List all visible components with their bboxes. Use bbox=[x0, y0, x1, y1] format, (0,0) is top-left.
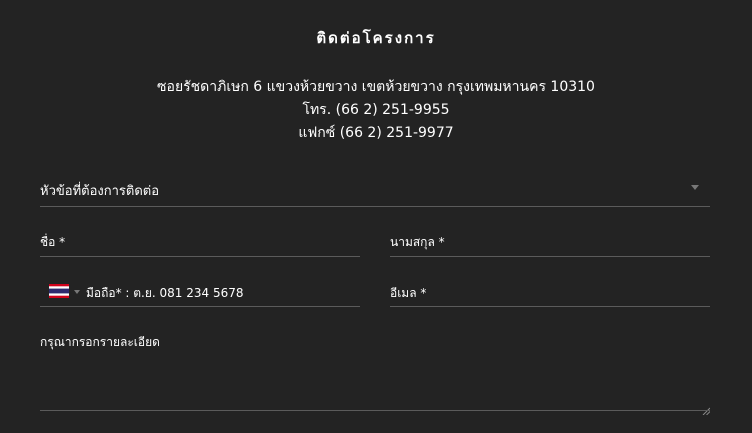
page-title: ติดต่อโครงการ bbox=[316, 29, 436, 47]
subject-select[interactable]: หัวข้อที่ต้องการติดต่อ bbox=[40, 180, 159, 201]
contact-page: ติดต่อโครงการ ซอยรัชดาภิเษก 6 แขวงห้วยขว… bbox=[0, 0, 752, 433]
address-line: ซอยรัชดาภิเษก 6 แขวงห้วยขวาง เขตห้วยขวาง… bbox=[157, 79, 595, 95]
first-name-underline bbox=[40, 256, 360, 257]
details-underline bbox=[40, 410, 710, 411]
first-name-field[interactable]: ชื่อ * bbox=[40, 233, 65, 252]
project-address: ซอยรัชดาภิเษก 6 แขวงห้วยขวาง เขตห้วยขวาง… bbox=[0, 76, 752, 145]
mobile-field[interactable]: มือถือ* : ต.ย. 081 234 5678 bbox=[86, 284, 244, 303]
thailand-flag-icon[interactable] bbox=[49, 284, 69, 298]
fax-line: แฟกซ์ (66 2) 251-9977 bbox=[298, 125, 454, 141]
resize-handle-icon[interactable] bbox=[702, 400, 711, 416]
country-dropdown-icon[interactable] bbox=[74, 290, 80, 294]
mobile-underline bbox=[40, 306, 360, 307]
last-name-underline bbox=[390, 256, 710, 257]
email-underline bbox=[390, 306, 710, 307]
phone-line: โทร. (66 2) 251-9955 bbox=[302, 102, 450, 118]
subject-underline bbox=[40, 206, 710, 207]
chevron-down-icon[interactable] bbox=[691, 185, 699, 190]
details-textarea[interactable]: กรุณากรอกรายละเอียด bbox=[40, 333, 160, 352]
email-field[interactable]: อีเมล * bbox=[390, 284, 426, 303]
last-name-field[interactable]: นามสกุล * bbox=[390, 233, 445, 252]
